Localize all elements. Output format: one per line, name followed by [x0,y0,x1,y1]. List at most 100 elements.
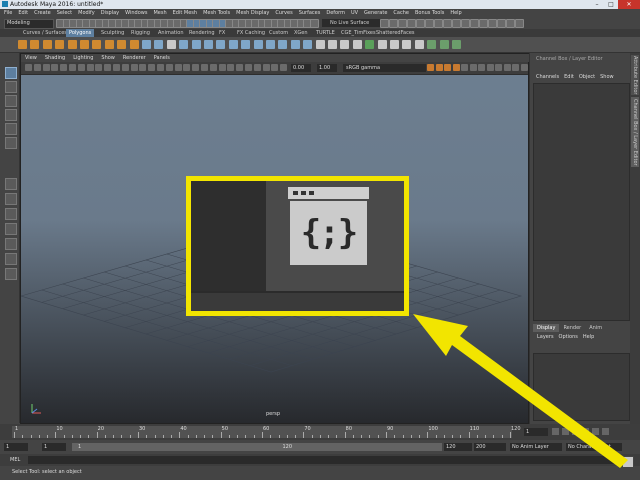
persp-graph-layout-icon[interactable] [5,238,17,250]
shelf-tool-icon[interactable] [92,40,102,49]
menu-windows[interactable]: Windows [125,9,147,17]
shelf-tool-icon[interactable] [191,40,201,49]
shelf-tool-icon[interactable] [142,40,151,49]
shelf-tool-icon[interactable] [30,40,40,49]
render-tool-icon[interactable] [407,19,416,28]
viewport-toolbar-icon[interactable] [469,64,477,71]
viewport-toolbar-icon[interactable] [227,64,235,71]
viewport-toolbar-icon[interactable] [104,64,112,71]
viewport-toolbar-icon[interactable] [157,64,164,71]
shelf-tool-icon[interactable] [216,40,226,49]
menu-file[interactable]: File [4,9,12,17]
anim-layer-dropdown[interactable]: No Anim Layer [510,443,562,451]
side-by-side-layout-icon[interactable] [5,208,17,220]
help-menu[interactable]: Help [583,333,594,341]
viewport-toolbar-icon[interactable] [113,64,120,71]
time-ruler[interactable]: 1 10 20 30 40 50 60 70 80 90 100 110 120 [12,426,521,438]
shelf-tab-shatteredfaces[interactable]: ShatteredFaces [373,29,418,37]
menu-bonus-tools[interactable]: Bonus Tools [415,9,444,17]
menu-select[interactable]: Select [57,9,72,17]
shelf-tab-rigging[interactable]: Rigging [128,29,153,37]
render-tool-icon[interactable] [380,19,389,28]
script-editor-icon[interactable]: {;} [288,187,369,265]
viewport-menu-shading[interactable]: Shading [45,54,65,62]
menu-display[interactable]: Display [101,9,119,17]
shelf-tool-icon[interactable] [129,40,139,49]
shelf-tab-polygons[interactable]: Polygons [66,29,95,37]
render-tool-icon[interactable] [479,19,488,28]
tab-render[interactable]: Render [559,324,585,332]
shelf-tab-fx-caching[interactable]: FX Caching [234,29,268,37]
viewport-toolbar-icon[interactable] [209,64,217,71]
viewport-toolbar-icon[interactable] [236,64,244,71]
viewport-toolbar-icon[interactable] [461,64,468,71]
viewport-menu-view[interactable]: View [25,54,37,62]
render-tool-icon[interactable] [488,19,497,28]
viewport-menu-lighting[interactable]: Lighting [73,54,93,62]
viewport-toolbar-icon[interactable] [495,64,502,71]
command-input[interactable] [28,456,618,464]
exposure-field[interactable]: 0.00 [291,64,311,72]
viewport-toolbar-icon[interactable] [245,64,252,71]
viewport-toolbar-icon[interactable] [478,64,485,71]
custom-layout-icon[interactable] [5,268,17,280]
menu-surfaces[interactable]: Surfaces [299,9,321,17]
shelf-tool-icon[interactable] [18,40,27,49]
viewport-toolbar-icon[interactable] [520,64,528,71]
shelf-tool-icon[interactable] [452,40,461,49]
viewport-toolbar-icon[interactable] [218,64,226,71]
script-language-label[interactable]: MEL [10,456,20,464]
viewport-toolbar-icon[interactable] [95,64,103,71]
script-editor-button[interactable] [622,456,634,468]
shelf-tool-icon[interactable] [303,40,313,49]
shelf-tool-icon[interactable] [117,40,127,49]
menu-edit-mesh[interactable]: Edit Mesh [173,9,197,17]
shelf-tool-icon[interactable] [427,40,437,49]
shelf-tool-icon[interactable] [179,40,189,49]
step-back-button[interactable] [562,428,569,435]
gamma-field[interactable]: 1.00 [317,64,337,72]
viewport-toolbar-icon[interactable] [452,64,460,71]
render-tool-icon[interactable] [416,19,425,28]
render-tool-icon[interactable] [434,19,443,28]
render-tool-icon[interactable] [452,19,461,28]
play-back-button[interactable] [572,428,579,435]
menuset-dropdown[interactable]: Modeling [4,19,54,29]
viewport-toolbar-icon[interactable] [435,64,443,71]
render-tool-icon[interactable] [398,19,407,28]
shelf-tab-sculpting[interactable]: Sculpting [98,29,127,37]
render-tool-icon[interactable] [506,19,515,28]
select-tool-icon[interactable] [5,67,17,79]
channel-box-body[interactable] [533,83,630,321]
minimize-button[interactable]: – [590,0,604,9]
playback-end-field[interactable]: 120 [444,443,472,451]
show-menu[interactable]: Show [600,73,614,81]
maximize-button[interactable]: □ [604,0,618,9]
viewport-toolbar-icon[interactable] [174,64,182,71]
viewport-menu-renderer[interactable]: Renderer [123,54,146,62]
viewport-toolbar-icon[interactable] [42,64,50,71]
single-pane-layout-icon[interactable] [5,178,17,190]
shelf-tool-icon[interactable] [365,40,375,49]
viewport-toolbar-icon[interactable] [69,64,76,71]
viewport-toolbar-icon[interactable] [512,64,519,71]
shelf-tab-curves-surfaces[interactable]: Curves / Surfaces [20,29,70,37]
shelf-tool-icon[interactable] [42,40,52,49]
playback-range-bar[interactable]: 1 120 [72,443,442,451]
shelf-tool-icon[interactable] [414,40,424,49]
lasso-tool-icon[interactable] [5,81,17,93]
viewport-toolbar-icon[interactable] [148,64,156,71]
menu-curves[interactable]: Curves [275,9,292,17]
current-frame-field[interactable]: 1 [524,428,548,436]
step-forward-button[interactable] [592,428,599,435]
play-forward-button[interactable] [582,428,589,435]
viewport-toolbar-icon[interactable] [192,64,200,71]
menu-generate[interactable]: Generate [364,9,387,17]
viewport-toolbar-icon[interactable] [183,64,191,71]
menu-uv[interactable]: UV [351,9,358,17]
viewport-toolbar-icon[interactable] [86,64,94,71]
edit-menu[interactable]: Edit [564,73,574,81]
shelf-tool-icon[interactable] [315,40,325,49]
channel-box-tab[interactable]: Channel Box / Layer Editor [631,97,639,167]
shelf-tool-icon[interactable] [266,40,275,49]
